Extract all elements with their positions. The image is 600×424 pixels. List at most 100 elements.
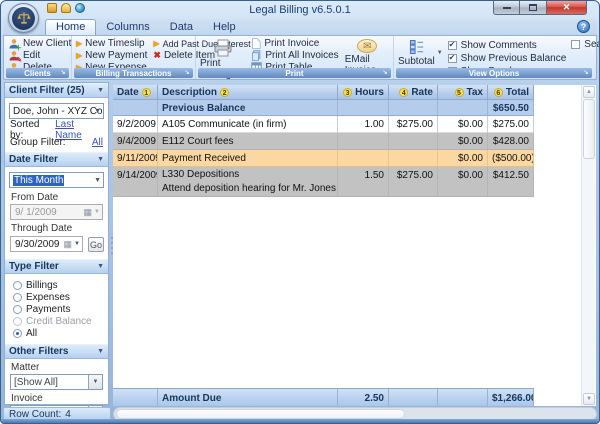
quick-access-icon-2[interactable] — [61, 3, 71, 13]
group-label-clients: Clients ↘ — [6, 68, 69, 78]
documents-stack-icon — [251, 50, 262, 61]
client-select[interactable]: Doe, John - XYZ Corporation ▼ — [9, 103, 104, 119]
ribbon-group-print: Print Settings Print Invoice Print All I… — [196, 36, 394, 79]
table-row[interactable]: 9/2/2009 A105 Communicate (in firm) 1.00… — [113, 116, 534, 133]
minimize-button[interactable] — [493, 1, 520, 15]
client-filter-header[interactable]: Client Filter (25) ▼ — [5, 83, 108, 98]
radio-icon — [13, 293, 22, 302]
radio-expenses[interactable]: Expenses — [5, 292, 108, 302]
column-header-total[interactable]: 6 Total — [488, 85, 534, 100]
print-all-invoices-button[interactable]: Print All Invoices — [251, 50, 338, 61]
chevron-down-icon: ▼ — [97, 87, 104, 94]
scrollbar-thumb[interactable] — [583, 99, 595, 159]
from-date-input[interactable]: 9/ 1/2009 ▦ ▼ — [10, 204, 103, 220]
new-payment-button[interactable]: ▶ New Payment — [76, 50, 147, 61]
ribbon-group-view-options: Subtotal ▼ Show Comments Show Previous B… — [394, 36, 594, 79]
close-icon: ✕ — [563, 2, 571, 13]
through-date-input[interactable]: 9/30/2009 ▦ ▼ — [10, 236, 83, 252]
group-dialog-launcher-icon[interactable]: ↘ — [183, 69, 191, 77]
new-client-button[interactable]: ＋ New Client — [8, 38, 68, 49]
tab-help[interactable]: Help — [203, 20, 246, 35]
scroll-up-icon[interactable]: ▲ — [583, 86, 595, 98]
group-dialog-launcher-icon[interactable]: ↘ — [381, 69, 389, 77]
radio-all[interactable]: All — [5, 328, 108, 338]
new-timeslip-button[interactable]: ▶ New Timeslip — [76, 38, 147, 49]
subtotal-dropdown-icon[interactable]: ▼ — [437, 50, 443, 56]
scrollbar-thumb[interactable] — [116, 409, 405, 419]
checkbox-unchecked-icon — [571, 40, 580, 49]
radio-billings[interactable]: Billings — [5, 280, 108, 290]
column-header-description[interactable]: Description 2 — [158, 85, 338, 100]
radio-credit-balance: Credit Balance — [5, 316, 108, 326]
radio-icon — [13, 317, 22, 326]
vertical-scrollbar[interactable]: ▲ ▼ — [581, 85, 595, 406]
app-window: Legal Billing v6.5.0.1 ✕ Home Columns Da… — [0, 0, 600, 424]
radio-selected-icon — [13, 329, 22, 338]
new-client-person-icon: ＋ — [8, 38, 20, 50]
through-date-label: Through Date — [11, 223, 102, 234]
table-row-payment[interactable]: 9/11/2009 Payment Received $0.00 ($500.0… — [113, 150, 534, 167]
ribbon: ＋ New Client ✎ Edit ✖ Delete — [3, 35, 597, 80]
date-filter-header[interactable]: Date Filter ▼ — [5, 152, 108, 167]
radio-payments[interactable]: Payments — [5, 304, 108, 314]
tab-data[interactable]: Data — [160, 20, 203, 35]
quick-access-icon-1[interactable] — [47, 3, 57, 13]
close-button[interactable]: ✕ — [547, 1, 587, 15]
show-comments-checkbox[interactable]: Show Comments — [448, 40, 567, 51]
search-footer-checkbox[interactable]: Search Footer — [571, 38, 600, 49]
other-filters-header[interactable]: Other Filters ▼ — [5, 344, 108, 359]
column-header-date[interactable]: Date 1 — [113, 85, 158, 100]
row-comment: Attend deposition hearing for Mr. Jones — [162, 182, 333, 196]
quick-access-icon-3[interactable] — [75, 3, 85, 13]
tab-columns[interactable]: Columns — [96, 20, 159, 35]
previous-balance-row[interactable]: Previous Balance $650.50 — [113, 100, 534, 116]
amount-due-row: Amount Due 2.50 $1,266.00 — [113, 388, 534, 406]
column-order-badge: 3 — [343, 88, 352, 97]
timeslip-arrow-icon: ▶ — [76, 38, 82, 49]
table-header-row: Date 1 Description 2 3 Hours 4 Rate 5 Ta… — [113, 85, 534, 100]
tab-home[interactable]: Home — [45, 19, 96, 35]
document-icon — [251, 38, 261, 49]
maximize-icon — [529, 4, 537, 11]
group-dialog-launcher-icon[interactable]: ↘ — [59, 69, 67, 77]
quick-access-toolbar — [47, 3, 85, 13]
delete-item-x-icon: ✖ — [153, 50, 161, 61]
group-label-view-options: View Options ↘ — [396, 68, 592, 78]
column-header-rate[interactable]: 4 Rate — [389, 85, 438, 100]
group-filter-link[interactable]: All — [92, 137, 103, 148]
matter-select[interactable]: [Show All] ▼ — [10, 374, 103, 390]
go-button[interactable]: Go — [88, 237, 104, 252]
date-preset-select[interactable]: This Month ▼ — [9, 172, 104, 188]
column-header-tax[interactable]: 5 Tax — [438, 85, 488, 100]
column-order-badge: 6 — [494, 88, 503, 97]
column-order-badge: 5 — [455, 88, 464, 97]
application-menu-button[interactable] — [8, 3, 39, 33]
dropdown-button[interactable]: ▼ — [88, 375, 102, 389]
column-order-badge: 1 — [142, 88, 151, 97]
row-description: L330 Depositions — [162, 168, 333, 182]
calendar-icon: ▦ — [64, 239, 73, 249]
window-controls: ✕ — [493, 1, 587, 15]
printer-icon — [213, 39, 233, 57]
column-order-badge: 2 — [220, 88, 229, 97]
help-icon[interactable]: ? — [577, 20, 590, 33]
ribbon-group-clients: ＋ New Client ✎ Edit ✖ Delete — [4, 36, 72, 79]
group-dialog-launcher-icon[interactable]: ↘ — [582, 69, 590, 77]
table-row[interactable]: 9/4/2009 E112 Court fees $0.00 $428.00 — [113, 133, 534, 150]
billing-table: Date 1 Description 2 3 Hours 4 Rate 5 Ta… — [113, 85, 596, 406]
window-bottom-frame — [1, 419, 599, 423]
envelope-icon: ✉ — [357, 39, 377, 53]
edit-client-button[interactable]: ✎ Edit — [8, 50, 68, 61]
column-header-hours[interactable]: 3 Hours — [338, 85, 389, 100]
subtotal-button[interactable]: Subtotal — [398, 38, 435, 67]
scroll-down-icon[interactable]: ▼ — [583, 393, 595, 405]
chevron-down-icon: ▼ — [97, 263, 104, 270]
chevron-down-icon: ▼ — [94, 177, 101, 184]
maximize-button[interactable] — [520, 1, 547, 15]
show-previous-balance-checkbox[interactable]: Show Previous Balance — [448, 53, 567, 64]
print-invoice-button[interactable]: Print Invoice — [251, 38, 338, 49]
checkbox-checked-icon — [448, 41, 457, 50]
table-row[interactable]: 9/14/2009 L330 Depositions Attend deposi… — [113, 167, 534, 197]
type-filter-header[interactable]: Type Filter ▼ — [5, 259, 108, 274]
scales-of-justice-icon — [12, 7, 35, 30]
